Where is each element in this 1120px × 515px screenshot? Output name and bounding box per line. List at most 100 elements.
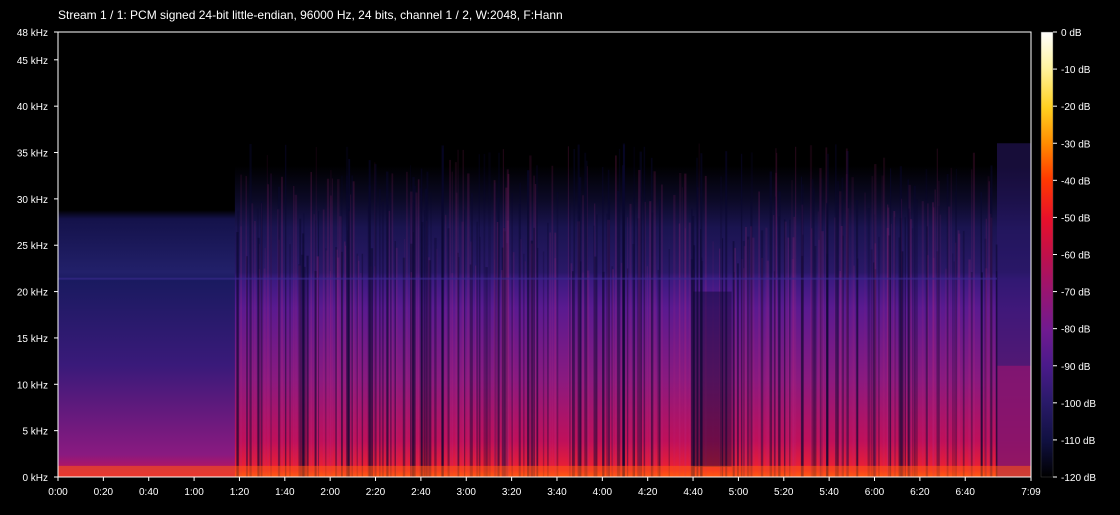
spectrum-streak — [394, 241, 396, 477]
spectrum-streak — [461, 221, 464, 477]
spectrum-streak — [791, 180, 793, 477]
x-tick-label: 6:20 — [910, 487, 930, 498]
y-tick-label: 10 kHz — [17, 380, 48, 391]
spectrum-21khz-line — [58, 277, 997, 280]
spectrum-streak — [542, 251, 545, 477]
spectrum-streak — [533, 227, 535, 477]
spectrum-streak — [523, 253, 525, 477]
spectrum-streak — [927, 255, 929, 477]
spectrum-streak — [346, 175, 348, 477]
spectrum-streak — [752, 237, 755, 477]
spectrum-streak — [506, 169, 509, 477]
spectrum-streak — [386, 171, 389, 478]
spectrum-streak — [789, 219, 791, 477]
spectrum-streak — [577, 144, 580, 477]
spectrum-streak — [518, 204, 521, 477]
x-tick-label: 1:20 — [230, 487, 250, 498]
spectrum-streak — [826, 202, 828, 478]
spectrum-streak — [410, 272, 412, 477]
spectrum-streak — [260, 201, 263, 477]
spectrum-streak — [661, 184, 663, 477]
spectrum-streak — [284, 144, 287, 477]
spectrum-streak — [485, 267, 488, 477]
spectrum-streak — [802, 234, 804, 477]
spectrum-streak — [747, 239, 749, 477]
y-tick-label: 40 kHz — [17, 102, 48, 113]
spectrum-streak — [520, 239, 522, 477]
spectrum-streak — [602, 196, 605, 477]
spectrum-streak — [451, 273, 454, 477]
spectrum-streak — [769, 171, 773, 478]
spectrum-streak — [441, 145, 444, 477]
spectrum-streak — [571, 271, 574, 477]
spectrum-streak — [313, 214, 315, 477]
colorbar-tick-label: -40 dB — [1061, 176, 1091, 187]
spectrum-streak — [406, 171, 408, 477]
spectrum-streak — [395, 247, 398, 477]
spectrum-streak — [415, 192, 418, 477]
spectrum-streak — [691, 208, 693, 478]
spectrum-streak — [464, 209, 466, 478]
spectrum-streak — [501, 270, 503, 477]
spectrum-streak — [882, 157, 886, 477]
spectrum-streak — [783, 219, 786, 477]
x-tick-label: 1:00 — [184, 487, 204, 498]
spectrum-streak — [351, 175, 353, 478]
colorbar-tick-label: -20 dB — [1061, 102, 1091, 113]
spectrum-streak — [904, 217, 906, 477]
spectrum-streak — [864, 192, 866, 477]
spectrum-streak — [839, 191, 842, 478]
spectrum-streak — [607, 169, 610, 478]
spectrum-streak — [493, 180, 496, 478]
x-tick-label: 6:00 — [865, 487, 885, 498]
spectrum-streak — [474, 265, 477, 477]
spectrum-streak — [629, 203, 632, 478]
colorbar-tick-label: -100 dB — [1061, 399, 1096, 410]
spectrum-streak — [760, 230, 764, 477]
spectrum-streak — [537, 247, 539, 477]
spectrum-streak — [502, 149, 504, 477]
spectrum-streak — [567, 146, 569, 478]
spectrum-streak — [643, 146, 646, 477]
spectrum-streak — [549, 232, 551, 477]
spectrum-streak — [370, 248, 374, 477]
spectrum-streak — [457, 149, 459, 477]
spectrum-streak — [417, 179, 420, 477]
spectrum-streak — [627, 217, 629, 477]
spectrum-streak — [316, 256, 319, 477]
spectrum-streak — [527, 169, 530, 477]
spectrum-streak — [330, 195, 332, 477]
spectrum-streak — [736, 263, 739, 477]
spectrum-streak — [350, 194, 352, 477]
x-tick-label: 0:20 — [94, 487, 114, 498]
spectrum-streak — [303, 213, 305, 477]
spectrum-streak — [331, 178, 333, 478]
spectrum-streak — [547, 222, 549, 477]
spectrum-streak — [339, 216, 342, 477]
spectrum-streak — [245, 176, 247, 477]
spectrum-streak — [449, 159, 451, 477]
spectrum-streak — [611, 269, 615, 477]
spectrum-streak — [586, 166, 588, 477]
spectrum-bass-band — [58, 465, 1031, 477]
spectrum-streak — [821, 231, 824, 477]
spectrum-streak — [556, 192, 559, 477]
spectrum-streak — [390, 192, 392, 478]
spectrum-streak — [745, 226, 747, 477]
spectrum-streak — [911, 228, 914, 477]
spectrum-intro-fill — [58, 32, 235, 477]
spectrum-streak — [298, 265, 301, 477]
spectrum-streak — [787, 237, 790, 477]
spectrum-streak — [584, 152, 587, 477]
spectrum-streak — [957, 230, 960, 477]
spectrum-streak — [749, 226, 753, 477]
x-tick-label: 5:40 — [819, 487, 839, 498]
x-tick-label: 4:40 — [683, 487, 703, 498]
spectrum-streak — [684, 173, 687, 477]
y-tick-label: 45 kHz — [17, 56, 48, 67]
spectrum-quiet-band — [693, 291, 732, 467]
spectrum-streak — [454, 162, 457, 477]
spectrum-streak — [851, 177, 854, 478]
spectrum-streak — [658, 199, 661, 477]
spectrum-streak — [615, 155, 617, 477]
